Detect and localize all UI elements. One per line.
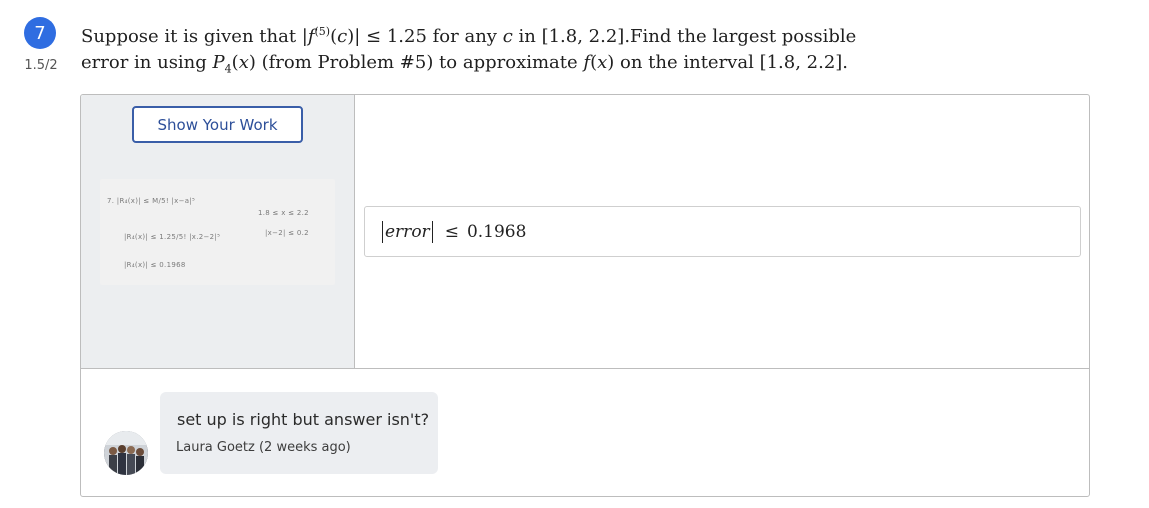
question-text-part: ) on the interval [1.8, 2.2]. — [607, 52, 849, 73]
answer-word: error — [385, 221, 430, 242]
question-number-badge: 7 — [24, 17, 56, 49]
handwriting-line: |R₄(x)| ≤ 0.1968 — [124, 261, 186, 269]
math-superscript: (5) — [314, 25, 331, 38]
math-f: f — [307, 26, 315, 47]
answer-value: 0.1968 — [466, 221, 527, 242]
question-text-part: ) (from Problem #5) to approximate — [248, 52, 584, 73]
question-text-part: ( — [231, 52, 239, 73]
response-panel: Show Your Work 7. |R₄(x)| ≤ M/5! |x−a|⁵ … — [80, 94, 1090, 497]
handwriting-line: 7. |R₄(x)| ≤ M/5! |x−a|⁵ — [107, 197, 196, 205]
panel-divider — [81, 368, 1089, 369]
handwriting-line: |x−2| ≤ 0.2 — [265, 229, 309, 237]
work-image-thumbnail[interactable]: 7. |R₄(x)| ≤ M/5! |x−a|⁵ |R₄(x)| ≤ 1.25/… — [100, 179, 335, 285]
math-c: c — [337, 26, 348, 47]
handwriting-line: 1.8 ≤ x ≤ 2.2 — [258, 209, 309, 217]
math-x: x — [597, 52, 608, 73]
answer-symbol: ≤ — [444, 221, 459, 242]
group-photo-icon — [104, 431, 148, 475]
show-your-work-button[interactable]: Show Your Work — [132, 106, 303, 143]
math-x: x — [238, 52, 249, 73]
math-c: c — [502, 26, 513, 47]
show-work-column: Show Your Work 7. |R₄(x)| ≤ M/5! |x−a|⁵ … — [81, 95, 355, 369]
question-text-part: in [1.8, 2.2].Find the largest possible — [512, 26, 857, 47]
commenter-avatar — [104, 431, 148, 475]
handwriting-line: |R₄(x)| ≤ 1.25/5! |x.2−2|⁵ — [124, 233, 221, 241]
comment-author-time: Laura Goetz (2 weeks ago) — [176, 440, 351, 455]
math-subscript: 4 — [224, 62, 232, 76]
math-p: P — [212, 52, 225, 73]
question-score: 1.5/2 — [24, 58, 58, 73]
question-text-part: )| ≤ 1.25 for any — [347, 26, 503, 47]
abs-bar-left — [382, 220, 383, 243]
comment-text: set up is right but answer isn't? — [177, 410, 430, 429]
abs-bar-right — [431, 220, 433, 243]
question-text-part: Suppose it is given that | — [81, 26, 308, 47]
question-line-2: error in using P4(x) (from Problem #5) t… — [81, 50, 881, 83]
comment-bubble: set up is right but answer isn't? Laura … — [160, 392, 438, 474]
question-text: Suppose it is given that |f(5) ( c)| ≤ 1.2… — [81, 19, 881, 83]
question-line-1: Suppose it is given that |f(5)(c)| ≤ 1.2… — [81, 19, 881, 50]
answer-field[interactable]: error ≤0.1968 — [364, 206, 1081, 257]
question-text-part: error in using — [81, 52, 213, 73]
